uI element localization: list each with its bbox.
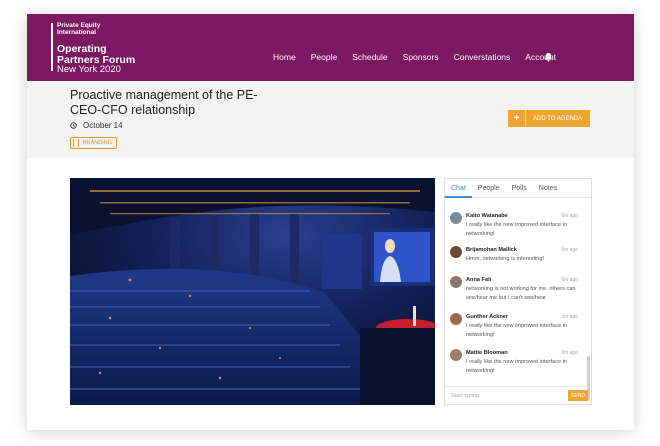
message-text: I really like the new improved interface…: [466, 359, 568, 374]
avatar[interactable]: [450, 212, 462, 224]
message-text: Hmm, networking is interesting!: [466, 256, 545, 262]
message-text: networking is not working for me. others…: [466, 286, 576, 301]
chat-composer: SEND: [445, 386, 591, 404]
bell-icon[interactable]: [544, 52, 553, 62]
event-name-line-1: Operating: [57, 43, 107, 55]
avatar[interactable]: [450, 276, 462, 288]
event-page: Private Equity International Operating P…: [27, 14, 634, 430]
nav-conversations[interactable]: Converstations: [454, 52, 511, 62]
message-author[interactable]: Mattie Blooman: [466, 350, 508, 356]
message-author[interactable]: Kaito Watanabe: [466, 213, 508, 219]
message-time: 6m ago: [561, 247, 578, 253]
tab-notes[interactable]: Notes: [533, 179, 563, 198]
main-nav: Home People Schedule Sponsors Converstat…: [273, 52, 556, 62]
nav-sponsors[interactable]: Sponsors: [403, 52, 439, 62]
message-author[interactable]: Brijamohan Mallick: [466, 247, 517, 253]
add-to-agenda-label: ADD TO AGENDA: [533, 115, 583, 122]
avatar[interactable]: [450, 246, 462, 258]
message-author[interactable]: Anna Fali: [466, 277, 491, 283]
tab-chat[interactable]: Chat: [445, 179, 472, 198]
top-navigation-bar: Private Equity International Operating P…: [27, 14, 634, 81]
brand-name: Private Equity International: [57, 22, 101, 36]
tab-people[interactable]: People: [472, 179, 506, 198]
avatar[interactable]: [450, 349, 462, 361]
avatar[interactable]: [450, 313, 462, 325]
chat-input[interactable]: [451, 391, 561, 401]
session-title: Proactive management of the PE-CEO-CFO r…: [70, 88, 258, 117]
session-video-player[interactable]: [70, 178, 435, 405]
message-time: 3m ago: [561, 314, 578, 320]
nav-home[interactable]: Home: [273, 52, 296, 62]
add-to-agenda-button[interactable]: + ADD TO AGENDA: [508, 110, 590, 127]
nav-schedule[interactable]: Schedule: [352, 52, 387, 62]
nav-people[interactable]: People: [311, 52, 337, 62]
message-time: 6m ago: [561, 277, 578, 283]
event-name-line-3: New York 2020: [57, 64, 121, 75]
chat-message-list[interactable]: Kaito Watanabe 6m ago I really like the …: [445, 198, 591, 400]
plus-icon: +: [508, 110, 526, 127]
event-logo[interactable]: Private Equity International Operating P…: [51, 22, 135, 75]
chat-tabs: Chat People Polls Notes: [445, 179, 591, 198]
session-tag-label: BRANDING: [83, 140, 113, 146]
conference-hall-image: [70, 178, 435, 405]
message-time: 3m ago: [561, 350, 578, 356]
chat-panel: Chat People Polls Notes Kaito Watanabe 6…: [444, 178, 592, 405]
session-tag-badge[interactable]: BRANDING: [70, 137, 118, 149]
session-date-text: October 14: [83, 121, 123, 130]
message-text: I really like the new improved interface…: [466, 222, 568, 237]
tab-polls[interactable]: Polls: [506, 179, 533, 198]
session-date: October 14: [70, 121, 123, 130]
send-button[interactable]: SEND: [568, 390, 588, 401]
message-text: I really like the new improved interface…: [466, 323, 568, 338]
session-header: Proactive management of the PE-CEO-CFO r…: [27, 81, 634, 158]
clock-icon: [70, 122, 77, 129]
message-time: 6m ago: [561, 213, 578, 219]
message-author[interactable]: Gunther Ackner: [466, 314, 508, 320]
tag-icon: [73, 139, 79, 147]
